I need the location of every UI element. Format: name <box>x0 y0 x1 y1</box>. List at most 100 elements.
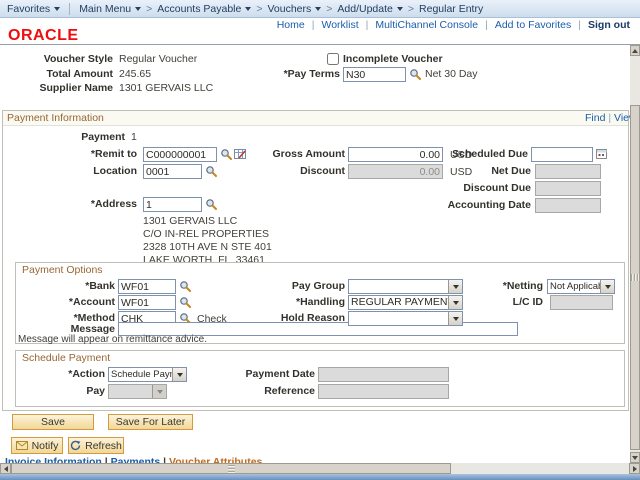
scroll-down-button[interactable] <box>630 452 640 463</box>
content-divider <box>0 44 640 45</box>
remit-to-input[interactable] <box>143 147 217 162</box>
hold-reason-label: Hold Reason <box>245 311 345 326</box>
breadcrumb-bar: Favorites Main Menu > Accounts Payable >… <box>0 0 640 18</box>
supplier-name-value: 1301 GERVAIS LLC <box>119 81 213 96</box>
bank-lookup-icon[interactable] <box>179 280 192 293</box>
lc-id-label: L/C ID <box>443 295 543 310</box>
supplier-address-line: 2328 10TH AVE N STE 401 <box>143 241 272 254</box>
payment-options-title: Payment Options <box>22 264 103 276</box>
save-for-later-label: Save For Later <box>116 416 185 428</box>
link-separator: | <box>608 112 611 124</box>
location-lookup-icon[interactable] <box>205 165 218 178</box>
breadcrumb-separator: > <box>146 3 152 15</box>
notify-label: Notify <box>32 440 59 452</box>
breadcrumb-separator: > <box>326 3 332 15</box>
reference-input <box>318 384 449 399</box>
accounting-date-label: Accounting Date <box>411 198 531 213</box>
supplier-name-label: Supplier Name <box>0 81 113 96</box>
location-label: Location <box>0 164 137 179</box>
main-menu-label: Main Menu <box>79 3 131 15</box>
scroll-right-button[interactable] <box>629 463 640 474</box>
main-menu[interactable]: Main Menu <box>79 3 141 15</box>
action-select[interactable]: Schedule Paymen <box>108 367 187 382</box>
header-links: Home | Worklist | MultiChannel Console |… <box>0 18 630 32</box>
supplier-address-line: C/O IN-REL PROPERTIES <box>143 228 269 241</box>
pay-terms-description: Net 30 Day <box>425 67 478 82</box>
pay-terms-input[interactable] <box>343 67 406 82</box>
payment-information-title: Payment Information <box>7 112 104 124</box>
pay-group-label: Pay Group <box>245 279 345 294</box>
account-input[interactable] <box>118 295 176 310</box>
favorites-menu[interactable]: Favorites <box>7 3 60 15</box>
account-label: *Account <box>15 295 115 310</box>
address-input[interactable] <box>143 197 202 212</box>
notify-button[interactable]: Notify <box>11 437 63 454</box>
save-button[interactable]: Save <box>12 414 94 430</box>
scroll-left-button[interactable] <box>0 463 11 474</box>
netting-select[interactable]: Not Applicable <box>547 279 615 294</box>
chevron-down-icon <box>315 7 321 11</box>
peoplesoft-voucher-page: Favorites Main Menu > Accounts Payable >… <box>0 0 640 480</box>
refresh-button[interactable]: Refresh <box>68 437 124 454</box>
scheduled-due-input[interactable] <box>531 147 593 162</box>
vertical-scrollbar-thumb[interactable] <box>630 105 640 450</box>
accounting-date-input <box>535 198 601 213</box>
pay-select <box>108 384 167 399</box>
find-link[interactable]: Find <box>585 112 605 124</box>
pay-label: Pay <box>5 384 105 399</box>
scheduled-due-calendar-icon[interactable] <box>596 148 608 160</box>
save-button-label: Save <box>41 416 65 428</box>
discount-label: Discount <box>225 164 345 179</box>
payment-date-input <box>318 367 449 382</box>
chevron-down-icon <box>397 7 403 11</box>
breadcrumb-add-update[interactable]: Add/Update <box>337 3 402 15</box>
breadcrumb-accounts-payable[interactable]: Accounts Payable <box>157 3 251 15</box>
total-amount-value: 245.65 <box>119 67 151 82</box>
dropdown-arrow-icon <box>600 280 614 293</box>
remit-to-label: *Remit to <box>0 147 137 162</box>
refresh-icon <box>70 440 81 451</box>
incomplete-voucher-checkbox[interactable] <box>327 53 339 65</box>
multichannel-console-link[interactable]: MultiChannel Console <box>375 19 478 31</box>
breadcrumb-separator: > <box>256 3 262 15</box>
breadcrumb-current-page: Regular Entry <box>419 3 483 15</box>
handling-value: REGULAR PAYMENTS <box>349 296 448 309</box>
oracle-logo: ORACLE <box>8 27 79 45</box>
message-note: Message will appear on remittance advice… <box>18 334 207 345</box>
account-lookup-icon[interactable] <box>179 296 192 309</box>
pay-terms-lookup-icon[interactable] <box>409 68 422 81</box>
net-due-label: Net Due <box>411 164 531 179</box>
scroll-up-button[interactable] <box>630 45 640 56</box>
save-for-later-button[interactable]: Save For Later <box>108 414 193 430</box>
bank-label: *Bank <box>15 279 115 294</box>
breadcrumb-vouchers[interactable]: Vouchers <box>267 3 321 15</box>
location-input[interactable] <box>143 164 202 179</box>
address-label: *Address <box>0 197 137 212</box>
horizontal-scrollbar-thumb[interactable] <box>11 463 451 474</box>
address-lookup-icon[interactable] <box>205 198 218 211</box>
voucher-style-label: Voucher Style <box>0 52 113 67</box>
payment-date-label: Payment Date <box>212 367 315 382</box>
link-separator: | <box>366 19 369 31</box>
action-value: Schedule Paymen <box>109 368 172 381</box>
reference-label: Reference <box>212 384 315 399</box>
bank-input[interactable] <box>118 279 176 294</box>
scheduled-due-label: Scheduled Due <box>408 147 528 162</box>
discount-due-input <box>535 181 601 196</box>
favorites-label: Favorites <box>7 3 50 15</box>
net-due-input <box>535 164 601 179</box>
hold-reason-select[interactable] <box>348 311 463 326</box>
home-link[interactable]: Home <box>277 19 305 31</box>
pay-terms-label: *Pay Terms <box>240 67 340 82</box>
sign-out-link[interactable]: Sign out <box>588 19 630 31</box>
add-to-favorites-link[interactable]: Add to Favorites <box>495 19 571 31</box>
envelope-icon <box>16 441 28 450</box>
nav-divider <box>69 3 70 15</box>
handling-label: *Handling <box>245 295 345 310</box>
worklist-link[interactable]: Worklist <box>321 19 358 31</box>
netting-label: *Netting <box>443 279 543 294</box>
link-separator: | <box>485 19 488 31</box>
crumb-label: Add/Update <box>337 3 392 15</box>
schedule-payment-title: Schedule Payment <box>22 352 110 364</box>
payment-label: Payment <box>0 130 125 145</box>
